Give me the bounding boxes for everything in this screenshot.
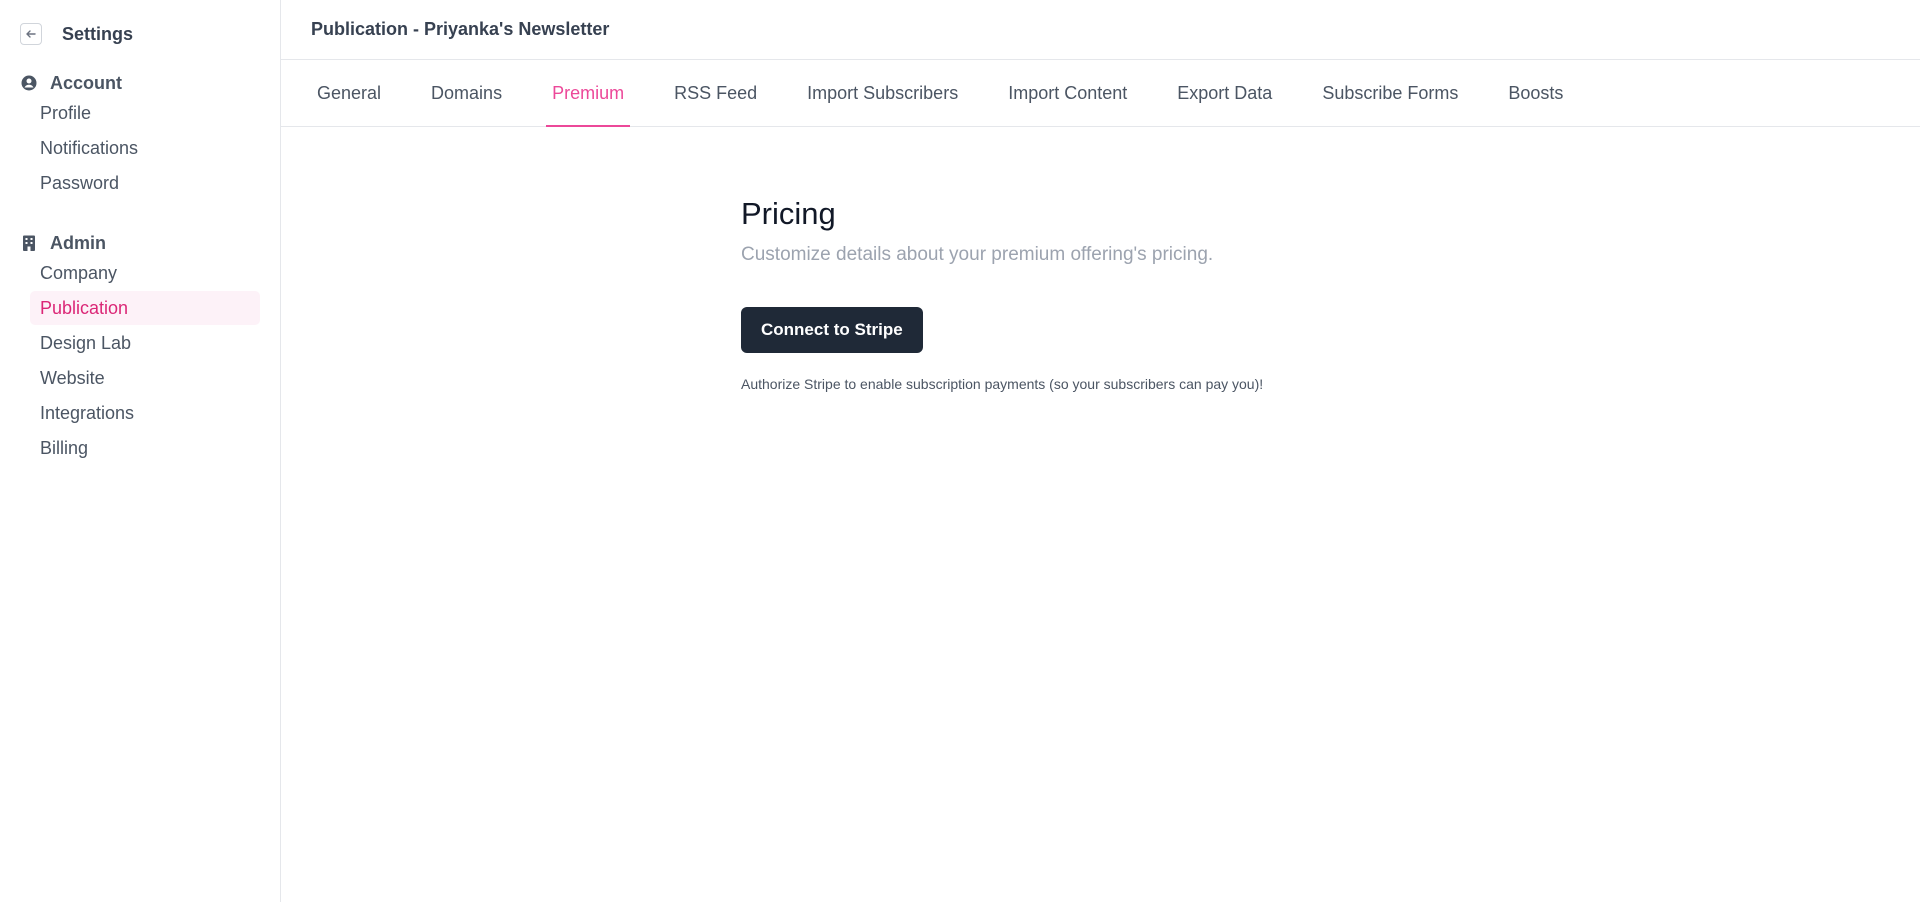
sidebar-item-billing[interactable]: Billing (30, 431, 260, 465)
sidebar-item-publication[interactable]: Publication (30, 291, 260, 325)
tab-domains[interactable]: Domains (425, 60, 508, 126)
sidebar-title: Settings (62, 23, 134, 44)
sidebar-header: Settings (20, 22, 133, 46)
tab-general[interactable]: General (311, 60, 387, 126)
section-label-admin: Admin (50, 232, 106, 253)
settings-tabs: General Domains Premium RSS Feed Import … (281, 60, 1920, 127)
sidebar-item-design-lab[interactable]: Design Lab (30, 326, 260, 360)
nav-section-account: Account Profile Notifications Password (20, 71, 270, 200)
building-icon (20, 234, 38, 252)
sidebar-item-password[interactable]: Password (30, 166, 260, 200)
nav-section-admin: Admin Company Publication Design Lab Web… (20, 231, 270, 465)
sidebar-item-integrations[interactable]: Integrations (30, 396, 260, 430)
main-panel: Publication - Priyanka's Newsletter Gene… (281, 0, 1920, 902)
stripe-authorize-note: Authorize Stripe to enable subscription … (741, 376, 1264, 392)
sidebar-item-profile[interactable]: Profile (30, 96, 260, 130)
connect-to-stripe-button[interactable]: Connect to Stripe (741, 307, 923, 353)
tab-export-data[interactable]: Export Data (1171, 60, 1278, 126)
tab-boosts[interactable]: Boosts (1502, 60, 1569, 126)
pricing-subtitle: Customize details about your premium off… (741, 244, 1214, 265)
tab-subscribe-forms[interactable]: Subscribe Forms (1316, 60, 1464, 126)
tab-rss-feed[interactable]: RSS Feed (668, 60, 763, 126)
user-circle-icon (20, 74, 38, 92)
arrow-left-icon (26, 30, 36, 38)
pricing-title: Pricing (741, 196, 836, 231)
section-head-account: Account (20, 71, 270, 95)
tab-import-content[interactable]: Import Content (1002, 60, 1133, 126)
tab-import-subscribers[interactable]: Import Subscribers (801, 60, 964, 126)
section-head-admin: Admin (20, 231, 270, 255)
sidebar-item-notifications[interactable]: Notifications (30, 131, 260, 165)
settings-sidebar: Settings Account Profile Notifications P… (0, 0, 281, 902)
settings-app: Settings Account Profile Notifications P… (0, 0, 1920, 902)
section-label-account: Account (50, 72, 122, 93)
back-button[interactable] (20, 23, 42, 45)
page-title: Publication - Priyanka's Newsletter (311, 19, 610, 39)
pricing-section: Pricing Customize details about your pre… (741, 195, 1541, 393)
sidebar-item-website[interactable]: Website (30, 361, 260, 395)
sidebar-item-company[interactable]: Company (30, 256, 260, 290)
tab-premium[interactable]: Premium (546, 60, 631, 127)
page-header: Publication - Priyanka's Newsletter (281, 0, 1920, 60)
